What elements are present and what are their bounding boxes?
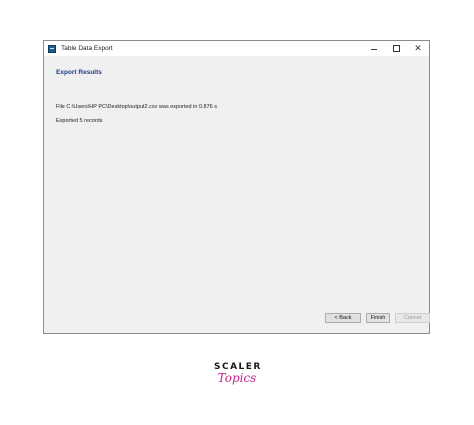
cancel-button[interactable]: Cancel: [395, 313, 430, 323]
maximize-button[interactable]: [385, 41, 407, 56]
export-dialog-window: Table Data Export ✕ Export Results File …: [43, 40, 430, 334]
minimize-button[interactable]: [363, 41, 385, 56]
export-records-message: Exported 5 records: [56, 118, 103, 124]
window-title: Table Data Export: [61, 45, 113, 52]
back-button[interactable]: < Back: [325, 313, 361, 323]
minimize-icon: [371, 49, 377, 50]
finish-button[interactable]: Finish: [366, 313, 390, 323]
page-title: Export Results: [56, 69, 102, 76]
logo-bottom-text: Topics: [217, 371, 257, 385]
scaler-topics-logo: SCALER Topics: [214, 362, 260, 384]
close-button[interactable]: ✕: [407, 41, 429, 56]
title-bar[interactable]: Table Data Export ✕: [44, 41, 429, 56]
window-controls: ✕: [363, 41, 429, 56]
export-file-message: File C:\Users\HP PC\Desktop\output2.csv …: [56, 104, 217, 110]
close-icon: ✕: [414, 43, 422, 53]
maximize-icon: [392, 45, 400, 52]
app-icon: [48, 44, 56, 53]
